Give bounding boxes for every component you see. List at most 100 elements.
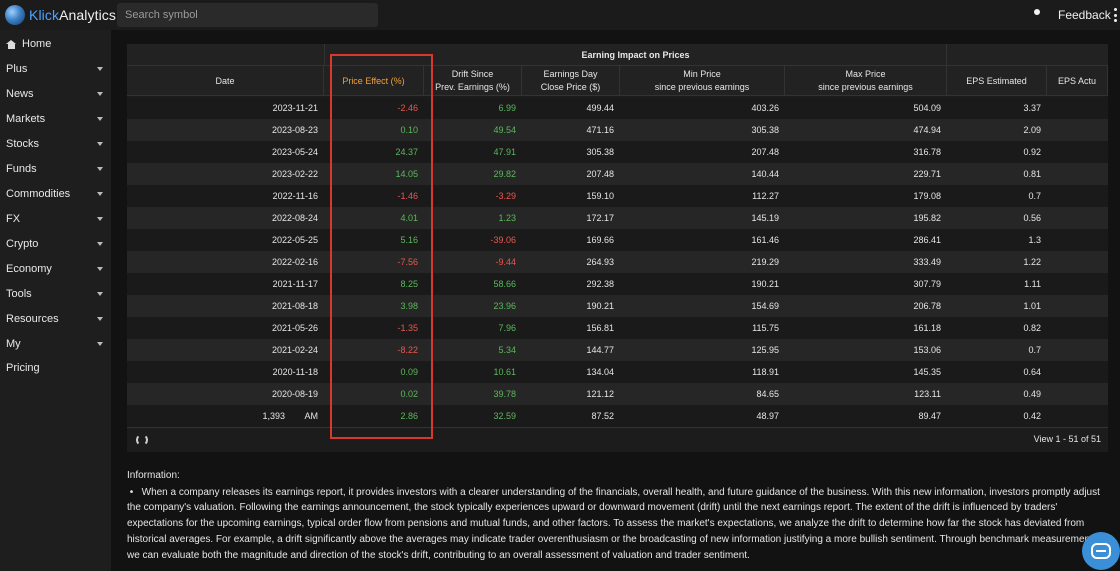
information-text: • When a company releases its earnings r… <box>127 486 1101 561</box>
sidebar-item-plus[interactable]: Plus <box>0 57 111 81</box>
table-row[interactable]: 2022-08-24 4.01 1.23 172.17 145.19 195.82 0.56 <box>127 207 1108 229</box>
table-row[interactable]: 2021-05-26 -1.35 7.96 156.81 115.75 161.18 0.8… <box>127 317 1108 339</box>
cell-date: 2020-08-19 <box>271 389 318 399</box>
cell-min: 161.46 <box>751 235 779 245</box>
feedback-link[interactable]: Feedback <box>1058 8 1111 22</box>
cell-eps-est: 1.3 <box>1028 235 1041 245</box>
table-row[interactable]: 2020-08-19 0.02 39.78 121.12 84.65 123.11 0.49 <box>127 383 1108 405</box>
cell-price-effect: 3.98 <box>400 301 418 311</box>
cell-date: 2022-11-16 <box>272 191 318 201</box>
notification-dot-icon[interactable] <box>1034 9 1040 15</box>
cell-price-effect: 8.25 <box>400 279 418 289</box>
cell-date: 2023-02-22 <box>271 169 318 179</box>
cell-drift: 39.78 <box>493 389 516 399</box>
table-row[interactable]: 2023-02-22 14.05 29.82 207.48 140.44 229.71 0.… <box>127 163 1108 185</box>
chevron-down-icon <box>97 342 103 346</box>
column-header-price-effect[interactable]: Price Effect (%) <box>324 66 424 96</box>
cell-date: 2023-11-21 <box>272 103 318 113</box>
cell-drift: 49.54 <box>493 125 516 135</box>
cell-close: 190.21 <box>586 301 614 311</box>
cell-max: 333.49 <box>913 257 941 267</box>
table-row[interactable]: 2021-02-24 -8.22 5.34 144.77 125.95 153.06 0.7 <box>127 339 1108 361</box>
table-group-header: Earning Impact on Prices <box>127 44 1108 66</box>
earnings-table: Earning Impact on Prices Date Price Effec… <box>127 44 1108 452</box>
sidebar-item-resources[interactable]: Resources <box>0 307 111 331</box>
column-header-close[interactable]: Earnings Day Close Price ($) <box>522 66 620 96</box>
cell-min: 207.48 <box>751 147 779 157</box>
column-header-min[interactable]: Min Price since previous earnings <box>620 66 785 96</box>
column-header-max[interactable]: Max Price since previous earnings <box>785 66 947 96</box>
sidebar-item-commodities[interactable]: Commodities <box>0 182 111 206</box>
sidebar-item-news[interactable]: News <box>0 82 111 106</box>
search-input[interactable] <box>117 3 378 27</box>
sidebar-item-funds[interactable]: Funds <box>0 157 111 181</box>
cell-drift: 32.59 <box>493 411 516 421</box>
cell-drift: 29.82 <box>493 169 516 179</box>
logo[interactable]: KlickAnalytics <box>5 4 116 26</box>
more-menu-icon[interactable] <box>1114 8 1117 22</box>
column-header-date[interactable]: Date <box>127 66 324 96</box>
cell-date: 2023-08-23 <box>271 125 318 135</box>
sidebar-item-fx[interactable]: FX <box>0 207 111 231</box>
sidebar-item-label: Commodities <box>6 188 71 200</box>
table-row[interactable]: 2023-08-23 0.10 49.54 471.16 305.38 474.94 2.0… <box>127 119 1108 141</box>
cell-close: 471.16 <box>586 125 614 135</box>
table-row[interactable]: 2023-11-21 -2.46 6.99 499.44 403.26 504.09 3.3… <box>127 97 1108 119</box>
column-header-drift[interactable]: Drift Since Prev. Earnings (%) <box>424 66 522 96</box>
cell-max: 307.79 <box>913 279 941 289</box>
cell-eps-est: 0.7 <box>1028 191 1041 201</box>
sidebar-item-label: News <box>6 88 34 100</box>
table-row[interactable]: 2021-08-18 3.98 23.96 190.21 154.69 206.78 1.0… <box>127 295 1108 317</box>
view-count: View 1 - 51 of 51 <box>1033 434 1101 444</box>
chevron-down-icon <box>97 267 103 271</box>
table-row[interactable]: 2020-11-18 0.09 10.61 134.04 118.91 145.35 0.6… <box>127 361 1108 383</box>
table-row[interactable]: 2022-11-16 -1.46 -3.29 159.10 112.27 179.08 0.… <box>127 185 1108 207</box>
cell-min: 403.26 <box>751 103 779 113</box>
table-row[interactable]: 2021-11-17 8.25 58.66 292.38 190.21 307.79 1.1… <box>127 273 1108 295</box>
cell-eps-est: 1.11 <box>1024 279 1041 289</box>
cell-date: 2021-08-18 <box>271 301 318 311</box>
table-row[interactable]: 2022-02-16 -7.56 -9.44 264.93 219.29 333.49 1.… <box>127 251 1108 273</box>
sidebar-item-crypto[interactable]: Crypto <box>0 232 111 256</box>
cell-close: 121.12 <box>586 389 614 399</box>
column-header-eps-est[interactable]: EPS Estimated <box>947 66 1047 96</box>
table-row[interactable]: 2022-05-25 5.16 -39.06 169.66 161.46 286.41 1.… <box>127 229 1108 251</box>
cell-date: 2022-02-16 <box>271 257 318 267</box>
chat-icon[interactable] <box>1082 532 1120 570</box>
sidebar-item-economy[interactable]: Economy <box>0 257 111 281</box>
table-row[interactable]: 2023-05-24 24.37 47.91 305.38 207.48 316.78 0.… <box>127 141 1108 163</box>
refresh-icon[interactable] <box>136 434 148 446</box>
cell-drift: 47.91 <box>493 147 516 157</box>
cell-drift: 10.61 <box>493 367 516 377</box>
cell-max: 145.35 <box>913 367 941 377</box>
sidebar-item-stocks[interactable]: Stocks <box>0 132 111 156</box>
sidebar-item-my[interactable]: My <box>0 332 111 356</box>
cell-max: 316.78 <box>913 147 941 157</box>
chevron-down-icon <box>97 92 103 96</box>
information-section: Information: • When a company releases i… <box>127 468 1108 563</box>
cell-max: 286.41 <box>913 235 941 245</box>
table-row[interactable]: 1,393 AM 2.86 32.59 87.52 48.97 89.47 0.42 <box>127 405 1108 427</box>
cell-close: 292.38 <box>586 279 614 289</box>
cell-eps-est: 0.81 <box>1023 169 1041 179</box>
cell-min: 84.65 <box>756 389 779 399</box>
cell-date: 2023-05-24 <box>271 147 318 157</box>
cell-drift: 5.34 <box>498 345 516 355</box>
sidebar-item-tools[interactable]: Tools <box>0 282 111 306</box>
sidebar-item-pricing[interactable]: Pricing <box>0 356 111 380</box>
sidebar-item-label: Home <box>22 38 52 50</box>
cell-price-effect: 24.37 <box>395 147 418 157</box>
cell-min: 115.75 <box>752 323 779 333</box>
column-header-eps-act[interactable]: EPS Actu <box>1047 66 1108 96</box>
cell-date: 2021-11-17 <box>272 279 318 289</box>
sidebar-item-markets[interactable]: Markets <box>0 107 111 131</box>
sidebar-item-label: Economy <box>6 263 52 275</box>
cell-price-effect: 5.16 <box>400 235 418 245</box>
cell-eps-est: 0.64 <box>1023 367 1041 377</box>
sidebar-item-home[interactable]: Home <box>0 32 111 56</box>
cell-price-effect: -2.46 <box>397 103 418 113</box>
cell-max: 179.08 <box>913 191 941 201</box>
cell-max: 123.11 <box>914 389 941 399</box>
cell-price-effect: 0.10 <box>400 125 418 135</box>
cell-min: 145.19 <box>751 213 779 223</box>
